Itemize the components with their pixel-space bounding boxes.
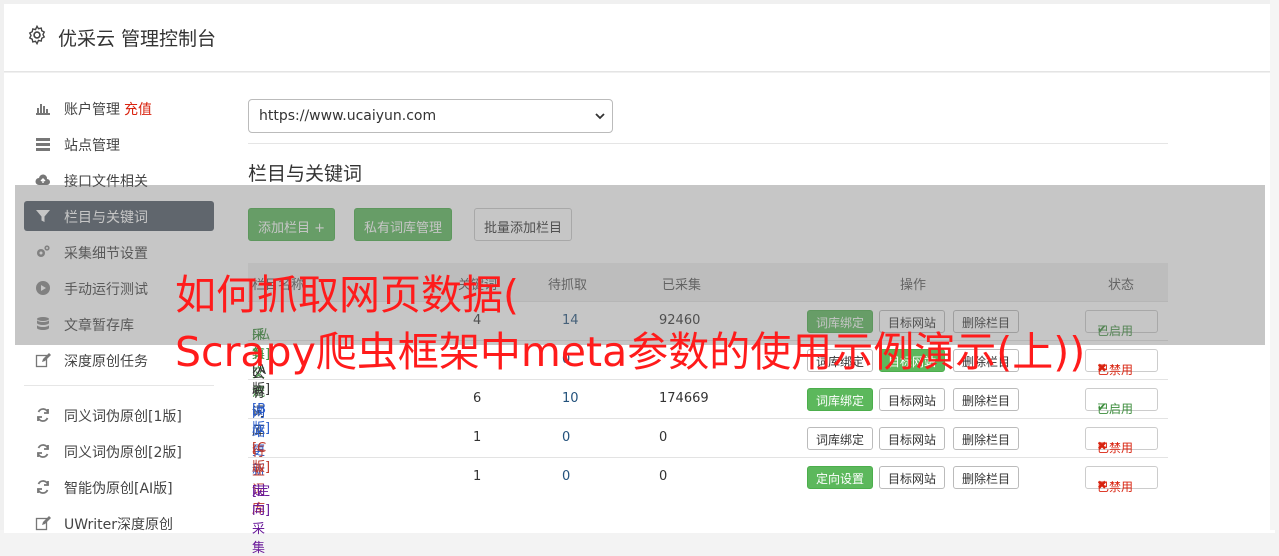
sidebar-item-label: 同义词伪原创[2版] <box>64 445 182 461</box>
app-title: 优采云 管理控制台 <box>58 28 217 50</box>
page: 优采云 管理控制台 账户管理充值 站点管理 接口文件相关 栏目与关键词 采集细 <box>0 0 1279 556</box>
recharge-link[interactable]: 充值 <box>124 102 152 118</box>
bind-lexicon-button[interactable]: 词库绑定 <box>807 388 874 411</box>
sidebar-item-sites[interactable]: 站点管理 <box>24 129 214 159</box>
column-name: 定向采集 <box>252 484 266 556</box>
keyword-count: 6 <box>473 391 482 406</box>
divider <box>248 143 1168 144</box>
status-label: 已禁用 <box>1097 363 1134 377</box>
sidebar-item-uwriter[interactable]: UWriter深度原创 <box>24 508 214 538</box>
pending-count[interactable]: 10 <box>562 391 579 406</box>
gear-icon <box>28 24 46 46</box>
table-row: [定向] 定向采集 1 0 0 定向设置 目标网站 删除栏目 ✖ 已禁用 <box>248 457 1168 556</box>
status-toggle[interactable]: ✖ 已禁用 <box>1085 349 1158 377</box>
table-row: [B版] 网站更新 6 10 174669 词库绑定 目标网站 删除栏目 ✔ 已启用 <box>248 379 1168 478</box>
site-select[interactable]: https://www.ucaiyun.com <box>248 99 613 133</box>
sidebar-divider <box>24 385 214 386</box>
table-row: [C版] 行业词库 1 0 0 词库绑定 目标网站 删除栏目 ✖ 已禁用 <box>248 418 1168 517</box>
pending-count[interactable]: 0 <box>562 469 570 484</box>
sidebar-item-account[interactable]: 账户管理 充值 <box>24 93 214 123</box>
status-toggle[interactable]: ✔ 已启用 <box>1085 388 1158 416</box>
status-label: 已禁用 <box>1097 441 1134 455</box>
status-toggle[interactable]: ✖ 已禁用 <box>1085 466 1158 494</box>
collected-count: 0 <box>659 430 668 445</box>
site-select-value: https://www.ucaiyun.com <box>259 108 437 124</box>
collected-count: 174669 <box>659 391 709 406</box>
status-label: 已启用 <box>1097 402 1134 416</box>
scrollbar[interactable] <box>1270 0 1279 530</box>
collected-count: 0 <box>659 469 668 484</box>
server-icon <box>36 138 50 151</box>
bind-lexicon-button[interactable]: 定向设置 <box>807 466 874 489</box>
section-title: 栏目与关键词 <box>248 163 363 185</box>
app-header: 优采云 管理控制台 <box>4 4 1275 72</box>
keyword-count: 1 <box>473 469 482 484</box>
edit-icon <box>35 516 51 531</box>
target-site-button[interactable]: 目标网站 <box>879 466 946 489</box>
sidebar-item-label: 账户管理 <box>64 102 120 118</box>
target-site-button[interactable]: 目标网站 <box>879 388 946 411</box>
sidebar-item-label: 站点管理 <box>64 138 120 154</box>
edit-icon <box>35 353 51 368</box>
target-site-button[interactable]: 目标网站 <box>879 427 946 450</box>
overlay-title-line1: 如何抓取网页数据( <box>175 271 519 319</box>
sidebar-item-label: 智能伪原创[AI版] <box>64 481 173 497</box>
sidebar-item-label: 深度原创任务 <box>64 354 148 370</box>
sidebar-item-ai-rewrite[interactable]: 智能伪原创[AI版] <box>24 472 214 502</box>
overlay-title-line2: Scrapy爬虫框架中meta参数的使用示例演示(上)) <box>175 328 1086 376</box>
refresh-icon <box>37 444 49 458</box>
bar-chart-icon <box>36 104 50 115</box>
sidebar-item-synonym-v1[interactable]: 同义词伪原创[1版] <box>24 400 214 430</box>
delete-column-button[interactable]: 删除栏目 <box>953 388 1020 411</box>
chevron-down-icon <box>595 113 605 120</box>
refresh-icon <box>37 408 49 422</box>
keyword-count: 1 <box>473 430 482 445</box>
delete-column-button[interactable]: 删除栏目 <box>953 427 1020 450</box>
sidebar-item-label: UWriter深度原创 <box>64 517 173 533</box>
sidebar-item-label: 同义词伪原创[1版] <box>64 409 182 425</box>
delete-column-button[interactable]: 删除栏目 <box>953 466 1020 489</box>
pending-count[interactable]: 0 <box>562 430 570 445</box>
status-toggle[interactable]: ✖ 已禁用 <box>1085 427 1158 455</box>
watermark-overlay <box>15 185 1265 345</box>
bind-lexicon-button[interactable]: 词库绑定 <box>807 427 874 450</box>
sidebar-item-synonym-v2[interactable]: 同义词伪原创[2版] <box>24 436 214 466</box>
status-label: 已禁用 <box>1097 480 1134 494</box>
refresh-icon <box>37 480 49 494</box>
